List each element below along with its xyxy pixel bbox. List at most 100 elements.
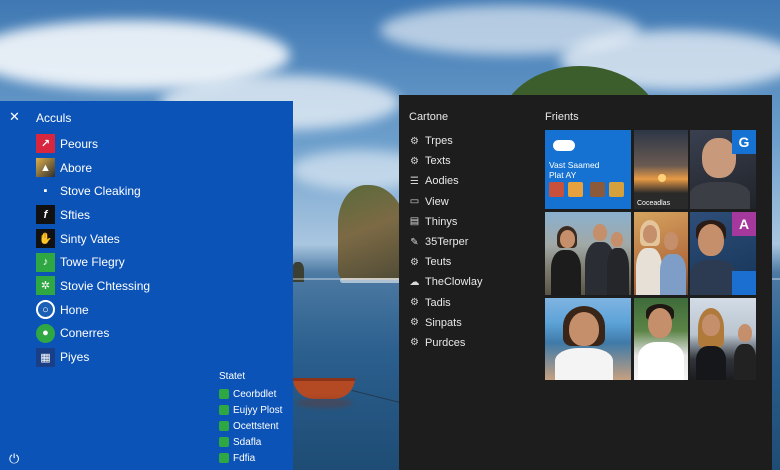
grid-app-icon: ▦ <box>36 347 55 367</box>
red-app-icon: ↗ <box>36 134 55 154</box>
panel-menu-item[interactable]: ⚙ Sinpats <box>409 313 482 333</box>
person-face <box>702 138 736 178</box>
app-list-item[interactable]: ▦ Piyes <box>36 345 150 369</box>
person-shirt <box>555 348 613 380</box>
onedrive-tile-caption: Vast Saamed Plat AY <box>549 160 600 180</box>
status-item[interactable]: Sdafla <box>219 434 282 450</box>
cloud-icon <box>553 140 575 151</box>
app-label: Conerres <box>60 326 110 341</box>
monitor-icon: ▭ <box>409 196 420 208</box>
menu-label: TheClowlay <box>425 276 483 289</box>
status-label: Ceorbdlet <box>233 388 277 400</box>
status-title: Statet <box>219 371 246 382</box>
contact-tile[interactable]: G <box>690 130 756 209</box>
panel-menu-item[interactable]: ☰ Aodies <box>409 171 482 191</box>
panel-menu-item[interactable]: ✎ 35Terper <box>409 232 482 252</box>
app-label: Peours <box>60 136 99 151</box>
app-list: ↗ Peours ▲ Abore ▪ Stove Cleaking f Sfti… <box>36 132 150 369</box>
menu-label: 35Terper <box>425 236 469 249</box>
contact-badge: A <box>732 212 756 236</box>
person-face <box>698 224 724 256</box>
close-icon[interactable]: ✕ <box>9 110 20 123</box>
person-face <box>648 308 672 338</box>
home-circle-icon: ○ <box>36 300 55 320</box>
panel-menu-item[interactable]: ▭ View <box>409 192 482 212</box>
photo-app-icon: ▲ <box>36 158 55 178</box>
content-panel: Cartone ⚙ Trpes ⚙ Texts ☰ Aodies ▭ View ▤ Thi… <box>399 95 772 470</box>
app-list-item[interactable]: ✋ Sinty Vates <box>36 227 150 251</box>
app-list-item[interactable]: ↗ Peours <box>36 132 150 156</box>
green-leaf-icon: ♪ <box>36 252 55 272</box>
contact-badge: G <box>732 130 756 154</box>
panel-menu-item[interactable]: ⚙ Tadis <box>409 293 482 313</box>
person-face <box>738 324 752 342</box>
app-list-item[interactable]: ● Conerres <box>36 322 150 346</box>
portrait-photo-tile[interactable] <box>634 298 688 380</box>
status-label: Eujyy Plost <box>233 404 283 416</box>
photo-thumbnail <box>549 182 564 197</box>
status-item[interactable]: Ocettstent <box>219 418 282 434</box>
couple-photo-tile[interactable] <box>634 212 688 295</box>
person-face <box>643 225 657 243</box>
app-list-item[interactable]: ▲ Abore <box>36 156 150 180</box>
panel-menu-item[interactable]: ▤ Thinys <box>409 212 482 232</box>
gear-icon: ⚙ <box>410 256 419 268</box>
gear-icon: ⚙ <box>410 135 419 147</box>
person-face <box>593 224 607 241</box>
person-body <box>690 182 750 209</box>
status-label: Fdfia <box>233 452 256 464</box>
panel-menu-item[interactable]: ⚙ Purdces <box>409 333 482 353</box>
menu-label: Purdces <box>425 336 466 349</box>
status-icon <box>219 421 229 431</box>
person-shirt <box>696 346 726 380</box>
status-icon <box>219 389 229 399</box>
gear-icon: ⚙ <box>410 317 419 329</box>
cloud-icon: ☁ <box>409 276 420 288</box>
menu-label: Sinpats <box>425 316 462 329</box>
menu-label: Thinys <box>425 215 458 228</box>
window-app-icon: ▪ <box>36 181 55 201</box>
list-icon: ☰ <box>410 175 419 187</box>
app-list-item[interactable]: ▪ Stove Cleaking <box>36 179 150 203</box>
panel-menu-item[interactable]: ⚙ Texts <box>409 151 482 171</box>
panel-header: Cartone <box>409 111 449 123</box>
status-label: Ocettstent <box>233 420 279 432</box>
power-icon[interactable]: ⏻ <box>9 451 19 467</box>
menu-label: Aodies <box>425 175 459 188</box>
panel-menu-item[interactable]: ⚙ Teuts <box>409 252 482 272</box>
onedrive-tile[interactable]: Vast Saamed Plat AY <box>545 130 631 209</box>
gear-icon: ⚙ <box>410 297 419 309</box>
status-item[interactable]: Ceorbdlet <box>219 386 282 402</box>
app-label: Stove Cleaking <box>60 184 141 199</box>
panel-menu-item[interactable]: ⚙ Trpes <box>409 131 482 151</box>
status-item[interactable]: Fdfia <box>219 450 282 466</box>
app-label: Sinty Vates <box>60 231 120 246</box>
person-shirt <box>551 250 581 295</box>
cliff <box>338 185 408 280</box>
beach-photo-tile[interactable] <box>545 298 631 380</box>
sunset-tile-caption: Coceadlas <box>637 200 671 207</box>
app-label: Towe Flegry <box>60 255 125 270</box>
app-list-item[interactable]: ✲ Stovie Chtessing <box>36 274 150 298</box>
app-list-item[interactable]: ♪ Towe Flegry <box>36 250 150 274</box>
green-chat-icon: ● <box>36 323 55 343</box>
start-menu-title: Acculs <box>36 111 72 125</box>
couple-photo-tile[interactable] <box>690 298 756 380</box>
app-label: Hone <box>60 302 89 317</box>
person-shirt <box>734 344 756 380</box>
app-list-item[interactable]: ○ Hone <box>36 298 150 322</box>
gear-icon: ⚙ <box>410 337 419 349</box>
person-shirt <box>638 342 684 380</box>
panel-menu-item[interactable]: ☁ TheClowlay <box>409 272 483 292</box>
sunset-photo-tile[interactable]: Coceadlas <box>634 130 688 209</box>
status-item[interactable]: Eujyy Plost <box>219 402 282 418</box>
person-face <box>702 314 720 336</box>
app-label: Stovie Chtessing <box>60 278 151 293</box>
mooring-rope <box>351 390 401 404</box>
app-list-item[interactable]: f Sfties <box>36 203 150 227</box>
boat-reflection <box>296 398 352 408</box>
group-photo-tile[interactable] <box>545 212 631 295</box>
f-letter-icon: f <box>36 205 55 225</box>
menu-label: View <box>425 195 449 208</box>
contact-tile[interactable]: A <box>690 212 756 295</box>
